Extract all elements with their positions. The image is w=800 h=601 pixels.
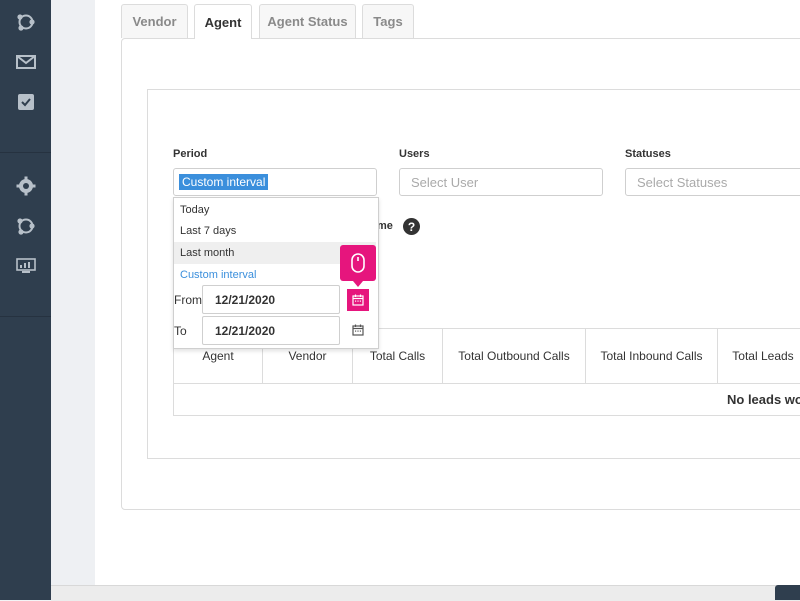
statuses-select[interactable]: Select Statuses — [625, 168, 800, 196]
table-border — [173, 383, 800, 384]
share-icon[interactable] — [15, 215, 37, 237]
period-selected-value: Custom interval — [179, 174, 269, 190]
table-border — [173, 415, 800, 416]
users-select[interactable]: Select User — [399, 168, 603, 196]
column-header-total-inbound-calls[interactable]: Total Inbound Calls — [586, 329, 718, 383]
gear-icon[interactable] — [15, 175, 37, 197]
users-label: Users — [399, 148, 430, 160]
calendar-icon[interactable] — [347, 289, 369, 311]
statuses-placeholder: Select Statuses — [637, 174, 728, 190]
period-select[interactable]: Custom interval — [173, 168, 377, 196]
mouse-click-hint — [340, 245, 376, 287]
tab-tags[interactable]: Tags — [362, 4, 414, 38]
calendar-icon[interactable] — [347, 319, 369, 341]
period-option-last-7-days[interactable]: Last 7 days — [174, 220, 376, 242]
from-label: From — [174, 293, 202, 307]
share-icon[interactable] — [15, 11, 37, 33]
column-header-total-leads[interactable]: Total Leads — [718, 329, 800, 383]
sidebar — [0, 0, 51, 600]
task-icon[interactable] — [15, 91, 37, 113]
partial-filter-label: me — [377, 220, 393, 232]
to-label: To — [174, 324, 187, 338]
help-icon[interactable]: ? — [403, 218, 420, 235]
sidebar-divider — [0, 316, 51, 317]
tab-agent[interactable]: Agent — [194, 4, 252, 39]
column-header-total-outbound-calls[interactable]: Total Outbound Calls — [443, 329, 586, 383]
sidebar-divider — [0, 152, 51, 153]
users-placeholder: Select User — [411, 174, 479, 190]
tab-vendor[interactable]: Vendor — [121, 4, 188, 38]
to-date-input[interactable]: 12/21/2020 — [202, 316, 340, 345]
from-date-input[interactable]: 12/21/2020 — [202, 285, 340, 314]
tab-agent-status[interactable]: Agent Status — [259, 4, 356, 38]
mouse-icon — [351, 253, 365, 273]
content-gutter — [51, 0, 95, 600]
statuses-label: Statuses — [625, 148, 671, 160]
footer-bar — [51, 585, 800, 601]
footer-widget[interactable] — [775, 585, 800, 600]
mail-icon[interactable] — [15, 51, 37, 73]
period-option-today[interactable]: Today — [174, 199, 376, 221]
period-label: Period — [173, 148, 208, 160]
monitor-chart-icon[interactable] — [15, 255, 37, 277]
empty-table-message: No leads wo — [727, 392, 800, 407]
